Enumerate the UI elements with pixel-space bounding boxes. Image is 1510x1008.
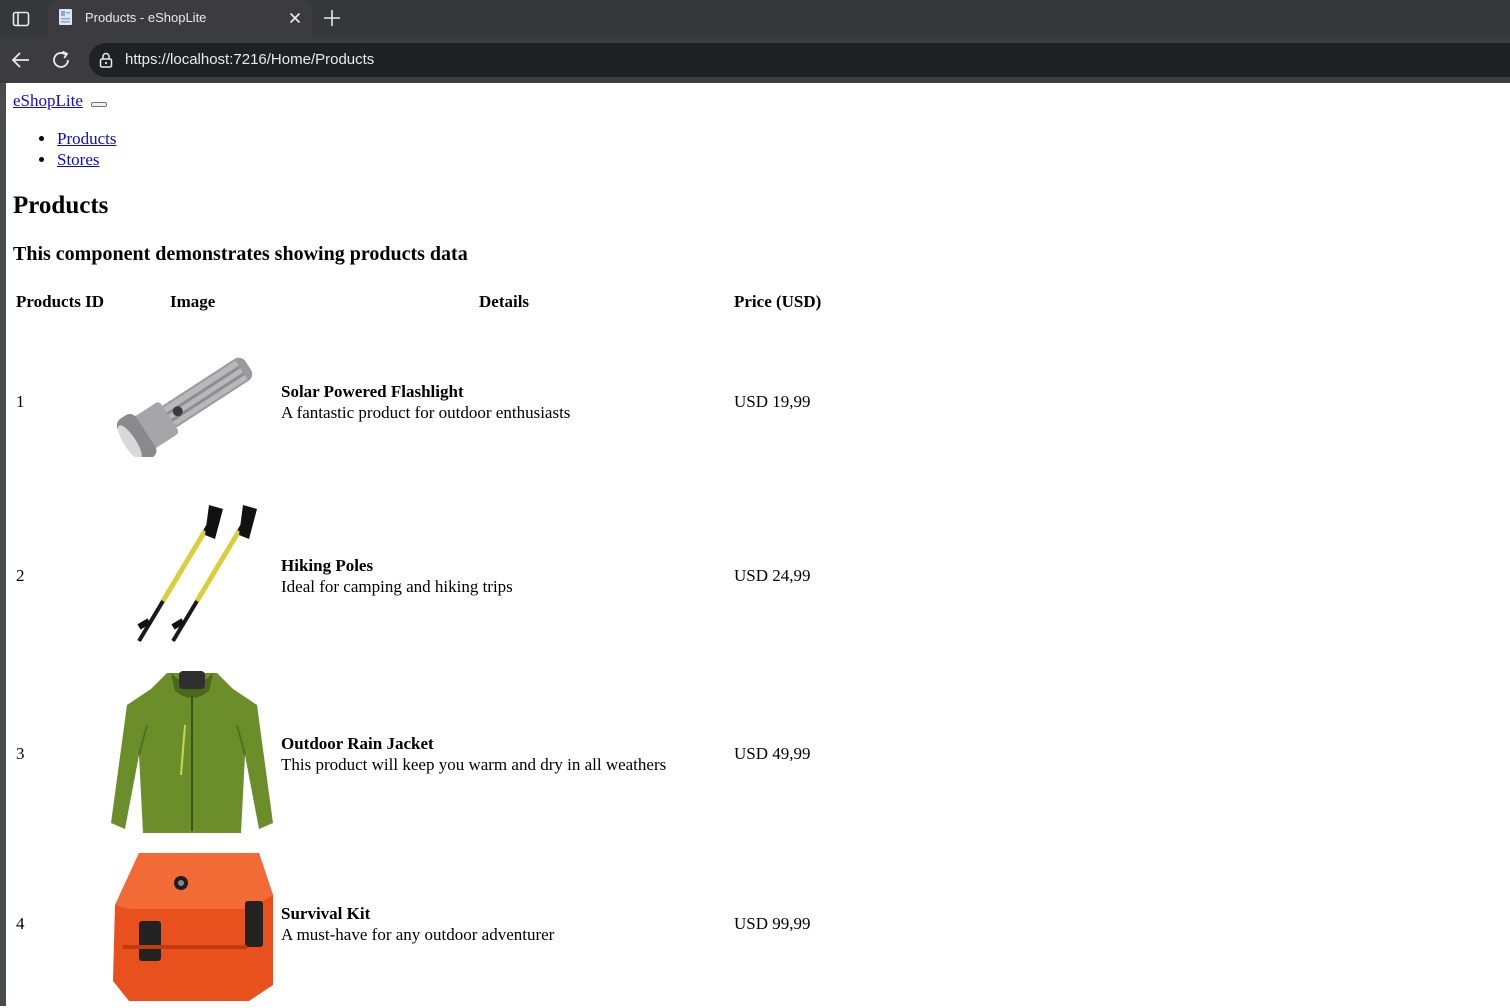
- reload-icon[interactable]: [49, 48, 73, 72]
- table-row: 2 Hiking Poles Ideal for camping and hik…: [13, 497, 913, 649]
- product-price: USD 24,99: [734, 566, 811, 585]
- window-edge: [0, 83, 6, 1006]
- page-title: Products: [13, 192, 109, 219]
- address-bar[interactable]: https://localhost:7216/Home/Products: [89, 43, 1510, 77]
- nav-menu: Products Stores: [13, 128, 117, 170]
- product-description: This product will keep you warm and dry …: [281, 755, 667, 774]
- bullet-icon: [39, 157, 44, 162]
- product-description: A must-have for any outdoor adventurer: [281, 925, 555, 944]
- page-subtitle: This component demonstrates showing prod…: [13, 243, 468, 265]
- rain-jacket-image-icon: [109, 665, 275, 837]
- product-id: 1: [16, 392, 25, 411]
- nav-item-stores: Stores: [13, 149, 117, 170]
- table-row: 4 Survival Kit A must-have for any outdo…: [13, 843, 913, 1006]
- product-name: Hiking Poles: [281, 556, 374, 575]
- table-row: 1 Solar Powered Flashlight A fantastic p…: [13, 345, 913, 465]
- tab-title: Products - eShopLite: [85, 10, 207, 25]
- nav-link-products[interactable]: Products: [57, 129, 117, 148]
- product-description: Ideal for camping and hiking trips: [281, 577, 513, 596]
- flashlight-image-icon: [109, 347, 275, 462]
- browser-tab[interactable]: Products - eShopLite: [48, 0, 312, 37]
- navbar-toggler-button[interactable]: [91, 102, 107, 107]
- column-header-details: Details: [479, 292, 530, 311]
- product-id: 3: [16, 744, 25, 763]
- page-content: eShopLite Products Stores Products This …: [13, 83, 1503, 1006]
- column-header-image: Image: [170, 292, 216, 311]
- brand-link[interactable]: eShopLite: [13, 91, 83, 111]
- nav-item-products: Products: [13, 128, 117, 149]
- browser-toolbar: https://localhost:7216/Home/Products: [0, 37, 1510, 83]
- product-price: USD 19,99: [734, 392, 811, 411]
- hiking-poles-image-icon: [109, 501, 275, 647]
- product-id: 4: [16, 914, 25, 933]
- tab-strip-icon[interactable]: [10, 8, 32, 30]
- product-description: A fantastic product for outdoor enthusia…: [281, 403, 571, 422]
- new-tab-icon[interactable]: [321, 7, 343, 29]
- nav-link-stores[interactable]: Stores: [57, 150, 100, 169]
- close-tab-icon[interactable]: [287, 10, 303, 26]
- site-info-icon[interactable]: [97, 51, 115, 69]
- bullet-icon: [39, 136, 44, 141]
- back-arrow-icon[interactable]: [9, 48, 33, 72]
- browser-tab-bar: Products - eShopLite: [0, 0, 1510, 37]
- product-name: Survival Kit: [281, 904, 371, 923]
- column-header-id: Products ID: [16, 292, 104, 311]
- product-price: USD 99,99: [734, 914, 811, 933]
- page-favicon-icon: [56, 7, 76, 27]
- survival-kit-image-icon: [109, 845, 275, 1003]
- column-header-price: Price (USD): [734, 292, 822, 311]
- table-row: 3 Outdoor Rain Jacket This product will …: [13, 661, 913, 839]
- product-id: 2: [16, 566, 25, 585]
- url-text[interactable]: https://localhost:7216/Home/Products: [125, 51, 374, 68]
- product-price: USD 49,99: [734, 744, 811, 763]
- product-name: Outdoor Rain Jacket: [281, 734, 434, 753]
- product-name: Solar Powered Flashlight: [281, 382, 464, 401]
